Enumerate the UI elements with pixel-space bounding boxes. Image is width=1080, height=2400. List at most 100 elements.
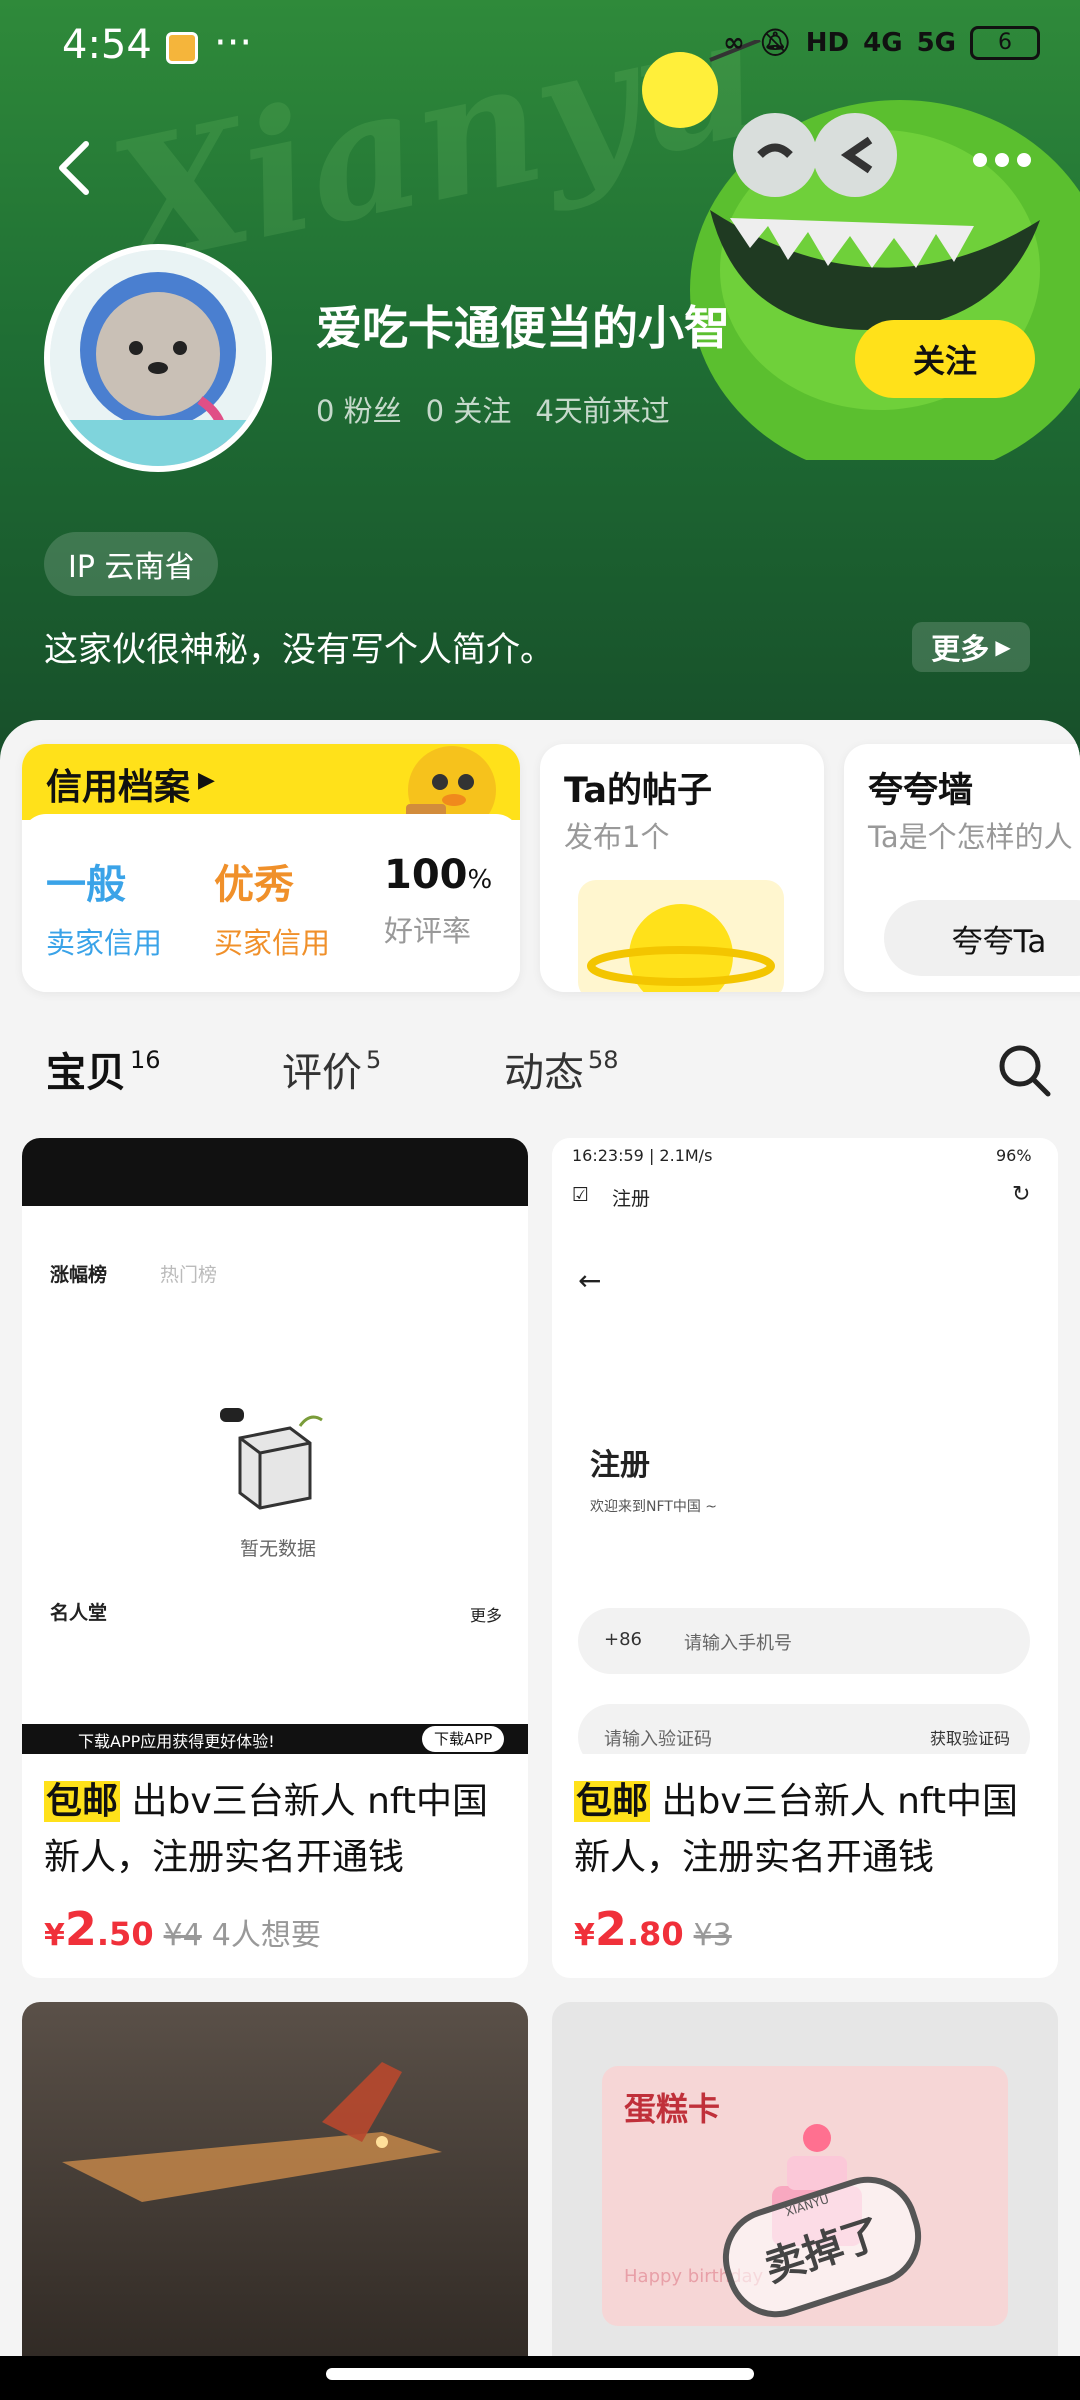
free-shipping-tag: 包邮	[574, 1781, 651, 1822]
positive-rate: 100% 好评率	[384, 852, 492, 950]
price-integer: 2	[64, 1902, 97, 1956]
back-arrow-icon[interactable]	[52, 138, 100, 198]
thumb-tab-rise: 涨幅榜	[50, 1264, 108, 1286]
signal-4g-icon: 4G	[863, 28, 903, 58]
credit-title: 信用档案	[46, 767, 191, 808]
empty-data-text: 暂无数据	[240, 1538, 317, 1560]
product-price: ¥2.50 ¥4 4人想要	[44, 1902, 321, 1956]
planet-icon	[578, 880, 784, 992]
hall-of-fame: 名人堂	[50, 1602, 108, 1624]
get-code-link: 获取验证码	[930, 1729, 1011, 1748]
user-name: 爱吃卡通便当的小智	[316, 301, 730, 355]
country-code: +86	[604, 1629, 642, 1650]
tab-items[interactable]: 宝贝 16	[46, 1040, 161, 1098]
thumb-status-time: 16:23:59 | 2.1M/s	[572, 1146, 713, 1165]
price-integer: 2	[594, 1902, 627, 1956]
price-decimal: .80	[626, 1915, 684, 1953]
seller-credit-label: 卖家信用	[46, 926, 163, 960]
more-label: 更多	[931, 632, 990, 666]
sold-out-text: 卖掉了	[759, 2210, 888, 2292]
positive-rate-label: 好评率	[384, 914, 472, 948]
profile-header: Xianyu 4:54 ··· ∞ 🔕︎ HD 4G 5G 6 爱吃卡通便当的小…	[0, 0, 1080, 760]
percent-sign: %	[467, 865, 493, 895]
tab-count: 5	[366, 1045, 382, 1074]
profile-tabs: 宝贝 16 评价 5 动态 58	[0, 1030, 1080, 1126]
product-thumbnail: 涨幅榜 热门榜 暂无数据 名人堂 更多 下载APP应用获得更好体验! 下载APP	[22, 1138, 528, 1754]
thumb-phone-field: +86 请输入手机号	[578, 1608, 1030, 1674]
phone-placeholder: 请输入手机号	[684, 1633, 792, 1654]
clock: 4:54	[62, 22, 152, 68]
follow-button[interactable]: 关注	[855, 320, 1035, 398]
link-icon: ∞	[723, 28, 745, 58]
product-price: ¥2.80 ¥3	[574, 1902, 732, 1956]
tab-label: 评价	[282, 1050, 362, 1096]
caret-right-icon: ▶	[995, 635, 1011, 659]
mascot-illustration	[642, 40, 1080, 460]
following-count[interactable]: 0 关注	[426, 388, 512, 430]
tab-count: 16	[130, 1045, 161, 1074]
thumb-heading: 注册	[590, 1448, 650, 1483]
posts-title: Ta的帖子	[564, 771, 712, 811]
credit-card[interactable]: 信用档案 ▶ 一般 卖家信用 优秀 买家信用 100% 好评率	[22, 744, 520, 992]
price-decimal: .50	[96, 1915, 154, 1953]
product-thumbnail: 16:23:59 | 2.1M/s 96% ☑ 注册 ↻ ← 注册 欢迎来到NF…	[552, 1138, 1058, 1754]
original-price: ¥3	[693, 1918, 732, 1953]
user-stats: 0 粉丝 0 关注 4天前来过	[316, 388, 670, 430]
product-card[interactable]	[22, 2002, 528, 2400]
posts-count: 发布1个	[564, 820, 670, 854]
tab-label: 动态	[504, 1050, 584, 1096]
seller-credit: 一般 卖家信用	[46, 852, 162, 962]
empty-box-icon	[220, 1408, 323, 1510]
bio-text: 这家伙很神秘，没有写个人简介。	[44, 630, 554, 670]
content-sheet: 信用档案 ▶ 一般 卖家信用 优秀 买家信用 100% 好评率 Ta的帖子 发布…	[0, 720, 1080, 2400]
price-currency: ¥	[574, 1918, 595, 1953]
praise-sub: Ta是个怎样的人	[868, 820, 1073, 854]
caret-right-icon: ▶	[198, 768, 215, 793]
praise-button[interactable]: 夸夸Ta	[884, 900, 1080, 976]
tab-count: 58	[588, 1045, 619, 1074]
product-card[interactable]: 蛋糕卡 Happy birthday 卖掉了 XIANYU	[552, 2002, 1058, 2400]
fans-count[interactable]: 0 粉丝	[316, 388, 402, 430]
home-indicator[interactable]	[326, 2368, 754, 2380]
rainy-airplane-image	[22, 2002, 528, 2400]
last-seen: 4天前来过	[535, 394, 670, 428]
thumb-top-banner	[22, 1138, 528, 1206]
status-icons: ∞ 🔕︎ HD 4G 5G 6	[723, 26, 1040, 60]
product-title: 包邮 出bv三台新人 nft中国新人，注册实名开通钱	[44, 1774, 514, 1886]
buyer-credit: 优秀 买家信用	[214, 852, 330, 962]
avatar[interactable]	[44, 244, 272, 472]
praise-wall-card[interactable]: 夸夸墙 Ta是个怎样的人 夸夸Ta	[844, 744, 1080, 992]
praise-title: 夸夸墙	[868, 771, 974, 811]
thumb-code-field: 请输入验证码 获取验证码	[578, 1704, 1030, 1754]
download-banner: 下载APP应用获得更好体验! 下载APP	[22, 1724, 528, 1754]
original-price: ¥4	[163, 1918, 202, 1953]
wants-count: 4人想要	[211, 1918, 321, 1953]
signal-5g-icon: 5G	[916, 28, 956, 58]
bio-more-button[interactable]: 更多 ▶	[912, 622, 1030, 672]
seller-credit-value: 一般	[46, 862, 126, 908]
tab-reviews[interactable]: 评价 5	[282, 1040, 381, 1098]
buyer-credit-value: 优秀	[214, 862, 294, 908]
more-options-icon[interactable]	[970, 140, 1034, 180]
notification-icon	[166, 32, 198, 64]
posts-card[interactable]: Ta的帖子 发布1个	[540, 744, 824, 992]
shield-icon: ☑	[572, 1184, 590, 1206]
product-card[interactable]: 涨幅榜 热门榜 暂无数据 名人堂 更多 下载APP应用获得更好体验! 下载APP…	[22, 1138, 528, 1978]
mute-icon: 🔕︎	[758, 28, 792, 58]
thumb-nav-title: 注册	[612, 1188, 651, 1210]
product-title: 包邮 出bv三台新人 nft中国新人，注册实名开通钱	[574, 1774, 1044, 1886]
hd-icon: HD	[805, 28, 850, 58]
positive-rate-value: 100	[384, 852, 468, 898]
thumb-tab-hot: 热门榜	[160, 1264, 218, 1286]
thumb-back-arrow-icon: ←	[578, 1264, 602, 1297]
more-notifications-icon: ···	[214, 20, 253, 66]
cake-card-title: 蛋糕卡	[624, 2090, 721, 2128]
ip-location-badge: IP 云南省	[44, 532, 219, 596]
product-card[interactable]: 16:23:59 | 2.1M/s 96% ☑ 注册 ↻ ← 注册 欢迎来到NF…	[552, 1138, 1058, 1978]
buyer-credit-label: 买家信用	[214, 926, 331, 960]
search-icon[interactable]	[996, 1042, 1052, 1098]
tab-activity[interactable]: 动态 58	[504, 1040, 619, 1098]
refresh-icon: ↻	[1012, 1182, 1031, 1207]
tab-label: 宝贝	[46, 1050, 126, 1096]
status-bar: 4:54 ··· ∞ 🔕︎ HD 4G 5G 6	[0, 0, 1080, 96]
